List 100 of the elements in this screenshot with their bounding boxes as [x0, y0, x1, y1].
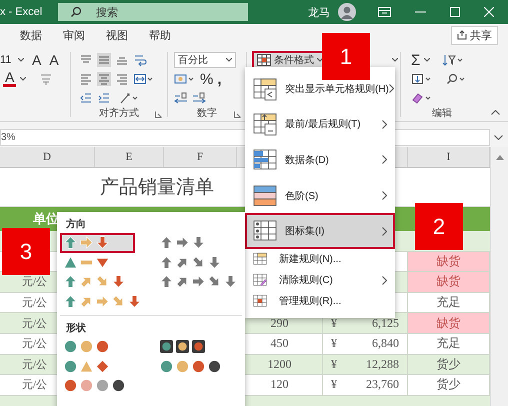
maximize-icon[interactable]: [450, 7, 460, 17]
caret-icon: [226, 58, 232, 62]
decrease-indent-icon[interactable]: [79, 91, 93, 105]
arrow-icon: [64, 294, 77, 308]
arrow-icon: [160, 236, 173, 250]
merge-cells-icon[interactable]: [133, 72, 153, 86]
ribbon-tab[interactable]: 帮助: [149, 28, 171, 42]
arrow-icon: [176, 275, 189, 288]
table-icon: [253, 252, 267, 266]
arrow-icon: [112, 275, 125, 288]
table-cell: 23,760: [366, 377, 399, 392]
arrow-icon: [64, 275, 77, 288]
wrap-text-icon[interactable]: [133, 53, 147, 67]
search-field[interactable]: 搜索: [58, 3, 248, 21]
arrow-icon: [80, 294, 93, 308]
eraser-icon[interactable]: [411, 91, 433, 105]
expand-icon[interactable]: [494, 134, 503, 140]
table-cell: 290: [270, 316, 288, 331]
close-icon[interactable]: [484, 7, 494, 17]
increase-decimal-icon[interactable]: [174, 91, 188, 105]
scrollbar[interactable]: [490, 147, 508, 406]
align-right-icon[interactable]: [115, 72, 129, 86]
arrow-icon: [64, 236, 77, 250]
percent-style-button[interactable]: %: [200, 70, 214, 88]
decrease-decimal-icon[interactable]: [192, 91, 206, 105]
table-icon: [253, 294, 267, 308]
fill-down-icon[interactable]: [411, 72, 433, 86]
triangle-icon: [64, 256, 77, 269]
menu-item[interactable]: 新建规则(N)...: [245, 248, 395, 270]
menu-item[interactable]: 图标集(I): [245, 213, 395, 249]
align-center-icon[interactable]: [97, 72, 111, 86]
dialog-launcher-icon[interactable]: [234, 111, 241, 118]
ribbon-tab[interactable]: 审阅: [63, 28, 85, 42]
icon-set-option[interactable]: [60, 233, 135, 252]
caret-icon: [18, 58, 24, 62]
circle-icon: [96, 379, 109, 392]
share-icon: [457, 30, 467, 40]
arrow-icon: [176, 256, 189, 269]
section-heading: 方向: [65, 217, 87, 232]
table-cell: ¥: [331, 356, 337, 372]
table-cell: 6,125: [372, 316, 399, 331]
step-badge: 3: [2, 228, 50, 275]
table-cell: ¥: [331, 336, 337, 352]
font-color-button[interactable]: A: [3, 71, 16, 87]
column-header[interactable]: F: [164, 147, 237, 167]
circle-icon: [112, 379, 125, 392]
ribbon-tab[interactable]: 视图: [106, 28, 128, 42]
search-icon[interactable]: [445, 72, 467, 86]
arrow-icon: [160, 275, 173, 288]
align-middle-icon[interactable]: [97, 53, 111, 67]
share-button[interactable]: 共享: [451, 26, 498, 44]
scroll-up-icon[interactable]: [496, 155, 504, 160]
circle-icon: [80, 340, 93, 354]
collapse-ribbon-icon[interactable]: [491, 110, 500, 115]
menu-item[interactable]: 色阶(S): [245, 178, 395, 214]
accounting-format-icon[interactable]: [174, 72, 196, 86]
framed-circle-icon: [160, 340, 173, 354]
arrow-icon: [208, 275, 221, 288]
menu-item[interactable]: 数据条(D): [245, 142, 395, 178]
menu-item[interactable]: 清除规则(C): [245, 270, 395, 291]
color-scale-icon: [253, 184, 277, 208]
circle-icon: [176, 360, 189, 373]
avatar-icon[interactable]: [338, 3, 356, 21]
diamond-icon: [96, 360, 109, 373]
arrow-icon: [224, 275, 237, 288]
comma-style-button[interactable]: ,: [217, 70, 222, 88]
sort-filter-icon[interactable]: [442, 53, 464, 67]
ribbon-tab[interactable]: 数据: [20, 28, 42, 42]
column-header[interactable]: D: [0, 147, 95, 167]
table-cell: 120: [270, 377, 288, 392]
font-size-field[interactable]: 11: [0, 52, 26, 68]
table-list-icon: [253, 219, 277, 244]
group-label: 对齐方式: [99, 106, 139, 120]
increase-indent-icon[interactable]: [97, 91, 111, 105]
table-cell-text: 元/公: [22, 296, 48, 310]
column-header[interactable]: E: [95, 147, 164, 167]
ribbon-display-icon[interactable]: [378, 7, 391, 17]
autosum-button[interactable]: Σ: [411, 52, 420, 68]
number-format-dropdown[interactable]: 百分比: [174, 52, 236, 68]
arrow-icon: [208, 256, 221, 269]
table-cell: 6,840: [372, 336, 399, 352]
shrink-font-button[interactable]: A: [47, 52, 61, 68]
align-left-icon[interactable]: [79, 72, 93, 86]
table-cell: 1200: [268, 356, 292, 372]
table-cell-text: 元/公: [22, 316, 48, 331]
table-cell: 缺货: [408, 272, 490, 292]
window-title: x - Excel: [0, 6, 44, 18]
arrow-icon: [128, 294, 141, 308]
dialog-launcher-icon[interactable]: [155, 111, 162, 118]
caret-icon[interactable]: [392, 58, 398, 62]
menu-item[interactable]: 最前/最后规则(T): [245, 106, 395, 142]
grow-font-button[interactable]: A: [30, 52, 44, 68]
caret-icon: [317, 58, 323, 62]
text-orientation-icon[interactable]: [119, 91, 139, 105]
circle-icon: [64, 379, 77, 392]
framed-circle-icon: [176, 340, 189, 354]
triangle-icon: [80, 360, 93, 373]
data-bars-icon: [253, 148, 277, 172]
menu-item[interactable]: 管理规则(R)...: [245, 290, 395, 312]
circle-icon: [96, 340, 109, 354]
